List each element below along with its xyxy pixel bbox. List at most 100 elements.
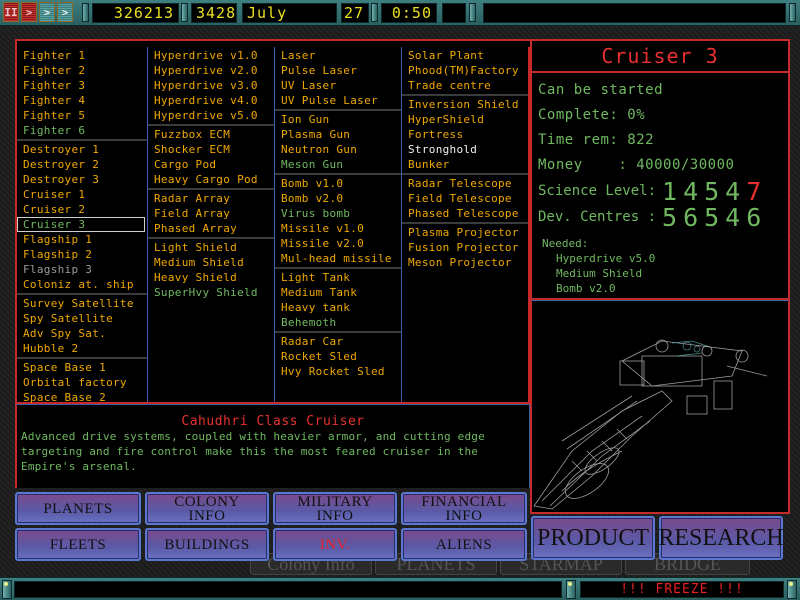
list-item[interactable]: Flagship 3 — [17, 262, 147, 277]
list-item[interactable]: Fighter 2 — [17, 63, 147, 78]
list-item[interactable]: Missile v1.0 — [275, 221, 401, 236]
status-knob[interactable] — [2, 580, 12, 599]
list-item[interactable]: Hvy Rocket Sled — [275, 364, 401, 379]
list-item[interactable]: Bomb v2.0 — [275, 191, 401, 206]
status-knob[interactable] — [787, 580, 797, 599]
inventions-button[interactable]: INV. — [273, 528, 397, 561]
list-item[interactable]: Ion Gun — [275, 112, 401, 127]
list-item[interactable]: Meson Gun — [275, 157, 401, 172]
status-knob[interactable] — [566, 580, 576, 599]
list-item[interactable]: Mul-head missile — [275, 251, 401, 266]
military-info-button[interactable]: MILITARY INFO — [273, 492, 397, 525]
list-item[interactable]: Radar Car — [275, 334, 401, 349]
list-item[interactable]: Heavy Cargo Pod — [148, 172, 274, 187]
list-item[interactable]: Hyperdrive v5.0 — [148, 108, 274, 123]
list-item[interactable]: Phood(TM)Factory — [402, 63, 528, 78]
list-item[interactable]: Hyperdrive v4.0 — [148, 93, 274, 108]
list-item[interactable]: Neutron Gun — [275, 142, 401, 157]
ship-model-viewer[interactable] — [530, 300, 790, 514]
list-group: Radar Array Field Array Phased Array — [148, 190, 274, 239]
list-item[interactable]: Fusion Projector — [402, 240, 528, 255]
list-item[interactable]: Trade centre — [402, 78, 528, 93]
list-item[interactable]: Heavy Shield — [148, 270, 274, 285]
list-item[interactable]: Fortress — [402, 127, 528, 142]
product-button[interactable]: PRODUCT — [531, 516, 655, 560]
list-item[interactable]: Plasma Projector — [402, 225, 528, 240]
aliens-button[interactable]: ALIENS — [401, 528, 527, 561]
colony-info-button[interactable]: COLONY INFO — [145, 492, 269, 525]
list-item[interactable]: Fighter 5 — [17, 108, 147, 123]
fast-forward-button[interactable]: > — [39, 2, 55, 22]
fastest-forward-button[interactable]: > — [57, 2, 73, 22]
list-item[interactable]: Hyperdrive v1.0 — [148, 48, 274, 63]
list-item[interactable]: Meson Projector — [402, 255, 528, 270]
list-item[interactable]: Solar Plant — [402, 48, 528, 63]
list-item[interactable]: Destroyer 2 — [17, 157, 147, 172]
list-item[interactable]: Flagship 2 — [17, 247, 147, 262]
scroll-knob[interactable] — [82, 3, 89, 22]
scroll-knob[interactable] — [181, 3, 188, 22]
list-item[interactable]: Laser — [275, 48, 401, 63]
list-item[interactable]: Fuzzbox ECM — [148, 127, 274, 142]
list-item[interactable]: Cruiser 2 — [17, 202, 147, 217]
list-item[interactable]: Light Shield — [148, 240, 274, 255]
list-item[interactable]: Plasma Gun — [275, 127, 401, 142]
list-item[interactable]: Missile v2.0 — [275, 236, 401, 251]
list-item[interactable]: Cruiser 1 — [17, 187, 147, 202]
list-item[interactable]: Phased Telescope — [402, 206, 528, 221]
list-item[interactable]: Pulse Laser — [275, 63, 401, 78]
list-item[interactable]: HyperShield — [402, 112, 528, 127]
list-item[interactable]: Fighter 6 — [17, 123, 147, 138]
scroll-knob[interactable] — [789, 3, 796, 22]
list-item[interactable]: Destroyer 1 — [17, 142, 147, 157]
list-item[interactable]: Heavy tank — [275, 300, 401, 315]
research-button[interactable]: RESEARCH — [658, 516, 784, 560]
list-item[interactable]: Field Array — [148, 206, 274, 221]
pause-button[interactable]: II — [3, 2, 19, 22]
list-item[interactable]: Fighter 1 — [17, 48, 147, 63]
list-item[interactable]: Orbital factory — [17, 375, 147, 390]
list-item[interactable]: Hyperdrive v2.0 — [148, 63, 274, 78]
list-item[interactable]: Radar Array — [148, 191, 274, 206]
list-item[interactable]: Spy Satellite — [17, 311, 147, 326]
list-item[interactable]: Cruiser 3 — [17, 217, 145, 232]
list-item[interactable]: Shocker ECM — [148, 142, 274, 157]
play-button[interactable]: > — [21, 2, 37, 22]
time-label: Time rem: — [538, 132, 619, 148]
list-item[interactable]: Cargo Pod — [148, 157, 274, 172]
list-item[interactable]: Space Base 2 — [17, 390, 147, 405]
list-item[interactable]: Radar Telescope — [402, 176, 528, 191]
list-item[interactable]: Adv Spy Sat. — [17, 326, 147, 341]
list-item[interactable]: Survey Satellite — [17, 296, 147, 311]
list-item[interactable]: Coloniz at. ship — [17, 277, 147, 292]
list-item[interactable]: UV Laser — [275, 78, 401, 93]
list-item[interactable]: Fighter 4 — [17, 93, 147, 108]
list-item[interactable]: Virus bomb — [275, 206, 401, 221]
list-item[interactable]: Hyperdrive v3.0 — [148, 78, 274, 93]
list-item[interactable]: Bunker — [402, 157, 528, 172]
list-item[interactable]: Phased Array — [148, 221, 274, 236]
list-item[interactable]: Flagship 1 — [17, 232, 147, 247]
scroll-knob[interactable] — [371, 3, 378, 22]
list-item[interactable]: Medium Tank — [275, 285, 401, 300]
list-item[interactable]: Stronghold — [402, 142, 528, 157]
list-item[interactable]: UV Pulse Laser — [275, 93, 401, 108]
planets-button[interactable]: PLANETS — [15, 492, 141, 525]
list-item[interactable]: Bomb v1.0 — [275, 176, 401, 191]
list-item[interactable]: Light Tank — [275, 270, 401, 285]
list-item[interactable]: Field Telescope — [402, 191, 528, 206]
list-item[interactable]: Fighter 3 — [17, 78, 147, 93]
buildings-button[interactable]: BUILDINGS — [145, 528, 269, 561]
list-item[interactable]: Destroyer 3 — [17, 172, 147, 187]
list-item[interactable]: Rocket Sled — [275, 349, 401, 364]
list-item[interactable]: Behemoth — [275, 315, 401, 330]
scroll-knob[interactable] — [469, 3, 476, 22]
status-text: Can be started — [538, 82, 664, 98]
list-item[interactable]: SuperHvy Shield — [148, 285, 274, 300]
list-item[interactable]: Space Base 1 — [17, 360, 147, 375]
fleets-button[interactable]: FLEETS — [15, 528, 141, 561]
list-item[interactable]: Medium Shield — [148, 255, 274, 270]
list-item[interactable]: Hubble 2 — [17, 341, 147, 356]
list-item[interactable]: Inversion Shield — [402, 97, 528, 112]
financial-info-button[interactable]: FINANCIAL INFO — [401, 492, 527, 525]
